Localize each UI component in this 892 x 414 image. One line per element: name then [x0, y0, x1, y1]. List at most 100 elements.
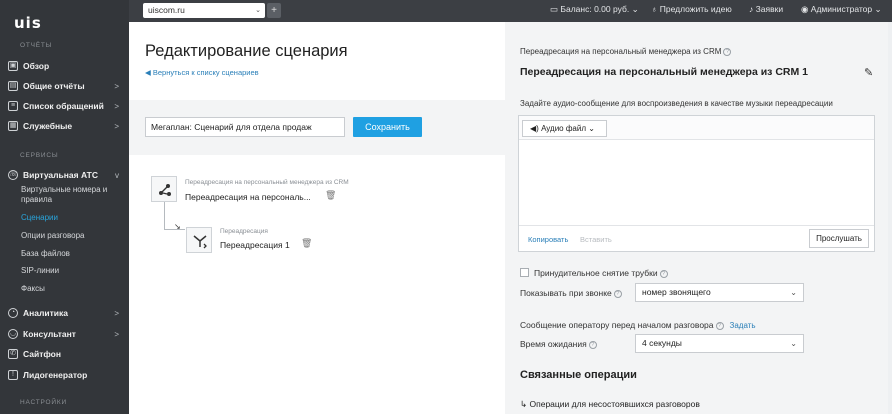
node-crm-forward-icon[interactable] [151, 176, 177, 202]
admin-text: Администратор [810, 4, 873, 14]
show-on-call-value: номер звонящего [642, 287, 711, 297]
wait-time-label: Время ожидания? [520, 339, 597, 349]
sidebar-item-label: Служебные [23, 121, 73, 131]
site-select[interactable]: uiscom.ru ⌄ [143, 3, 265, 18]
copy-link[interactable]: Копировать [528, 235, 568, 244]
chevron-down-icon: ⌄ [874, 4, 882, 14]
chevron-right-icon: > [114, 329, 119, 339]
operation-type-label: Переадресация на персональный менеджера … [520, 47, 732, 56]
page-title: Редактирование сценария [145, 42, 348, 60]
sidebar-item-requests[interactable]: ≡ Список обращений > [8, 98, 121, 114]
sidebar-item-consultant[interactable]: ◡ Консультант > [8, 326, 121, 342]
sidebar-subitem-faxes[interactable]: Факсы [21, 284, 123, 294]
node-name[interactable]: Переадресация на персональ... [185, 192, 311, 202]
chevron-down-icon: ⌄ [790, 339, 797, 348]
chevron-down-icon: v [115, 170, 119, 180]
sidebar-item-sitephone[interactable]: ✆ Сайтфон [8, 346, 121, 362]
help-icon[interactable]: ? [588, 340, 597, 349]
sidebar-item-service[interactable]: ▦ Служебные > [8, 118, 121, 134]
back-link[interactable]: ◀ Вернуться к списку сценариев [145, 68, 259, 77]
sidebar-item-reports[interactable]: ▤ Общие отчёты > [8, 78, 121, 94]
list-icon: ≡ [8, 101, 18, 111]
chevron-down-icon: ⌄ [255, 7, 261, 14]
topbar: uiscom.ru ⌄ + ▭ Баланс: 0.00 руб. ⌄ ♁ Пр… [129, 0, 892, 22]
balance-text: Баланс: 0.00 руб. [560, 4, 630, 14]
audio-label: Задайте аудио-сообщение для воспроизведе… [520, 99, 833, 108]
audio-toolbar: ◀) Аудио файл ⌄ [519, 116, 874, 140]
node-type-label: Переадресация на персональный менеджера … [185, 179, 349, 186]
operation-heading: Переадресация на персональный менеджера … [520, 66, 808, 78]
sidebar-subitem-sip-lines[interactable]: SIP-линии [21, 266, 123, 276]
chevron-right-icon: > [114, 81, 119, 91]
branch-icon: ↳ [520, 399, 528, 409]
sidebar-subitem-scenarios[interactable]: Сценарии [21, 213, 123, 223]
sidebar-subitem-file-base[interactable]: База файлов [21, 249, 123, 259]
user-icon: ◉ [801, 4, 809, 14]
sidebar-item-virtual-pbx[interactable]: ☏ Виртуальная АТС v [8, 167, 121, 183]
phone-icon: ☏ [8, 170, 18, 180]
operator-message-text: Сообщение оператору перед началом разгов… [520, 320, 714, 330]
sidebar-subitem-numbers[interactable]: Виртуальные номера и правила [21, 185, 123, 205]
sidebar-item-label: Консультант [23, 329, 76, 339]
help-icon[interactable]: ? [723, 47, 732, 56]
overview-icon: ▣ [8, 61, 18, 71]
show-on-call-select[interactable]: номер звонящего ⌄ [635, 283, 804, 302]
speaker-icon: ◀) [530, 124, 539, 133]
consultant-icon: ◡ [8, 329, 18, 339]
related-operations-title: Связанные операции [520, 369, 637, 381]
bell-icon: ♪ [749, 4, 754, 14]
sidebar-subitem-call-options[interactable]: Опции разговора [21, 231, 123, 241]
analytics-icon: ◔ [8, 308, 18, 318]
paste-link: Вставить [580, 235, 612, 244]
sidebar-item-label: Лидогенератор [23, 370, 88, 380]
wait-time-text: Время ожидания [520, 339, 587, 349]
pencil-icon[interactable]: ✎ [864, 66, 873, 79]
trash-icon[interactable]: 🗑 [325, 190, 336, 201]
branch-icon: ↘ [174, 222, 181, 231]
tickets-link[interactable]: ♪ Заявки [749, 4, 783, 14]
chevron-down-icon: ⌄ [790, 288, 797, 297]
leadgen-icon: ! [8, 370, 18, 380]
help-icon[interactable]: ? [715, 321, 724, 330]
forced-pickup-text: Принудительное снятие трубки [534, 268, 658, 278]
scenario-name-input[interactable]: Мегаплан: Сценарий для отдела продаж [145, 117, 345, 137]
add-site-button[interactable]: + [267, 3, 281, 18]
sidebar-item-label: Аналитика [23, 308, 68, 318]
calendar-icon: ▦ [8, 121, 18, 131]
wallet-icon: ▭ [550, 4, 559, 14]
show-on-call-label: Показывать при звонке? [520, 288, 622, 298]
reports-icon: ▤ [8, 81, 18, 91]
chevron-right-icon: > [114, 121, 119, 131]
help-icon[interactable]: ? [613, 289, 622, 298]
admin-menu[interactable]: ◉ Администратор ⌄ [801, 4, 882, 15]
forced-pickup-checkbox[interactable] [520, 268, 529, 277]
node-name[interactable]: Переадресация 1 [220, 240, 290, 250]
wait-time-select[interactable]: 4 секунды ⌄ [635, 334, 804, 353]
node-forward-icon[interactable] [186, 227, 212, 253]
help-icon[interactable]: ? [659, 269, 668, 278]
set-message-link[interactable]: Задать [730, 321, 756, 330]
audio-file-dropdown[interactable]: ◀) Аудио файл ⌄ [522, 120, 607, 137]
listen-button[interactable]: Прослушать [809, 229, 869, 248]
scenario-editor: Редактирование сценария ◀ Вернуться к сп… [129, 22, 505, 414]
sidebar-item-leadgen[interactable]: ! Лидогенератор [8, 367, 121, 383]
node-type-label: Переадресация [220, 228, 268, 235]
audio-file-label: Аудио файл [541, 124, 587, 133]
balance-link[interactable]: ▭ Баланс: 0.00 руб. ⌄ [550, 4, 639, 15]
unanswered-operations-link[interactable]: ↳ Операции для несостоявшихся разговоров [520, 399, 700, 410]
back-link-text: Вернуться к списку сценариев [152, 68, 259, 77]
sidebar: uis ОТЧЁТЫ ▣ Обзор ▤ Общие отчёты > ≡ Сп… [0, 0, 129, 414]
sidebar-item-label: Виртуальная АТС [23, 170, 99, 180]
sidebar-item-overview[interactable]: ▣ Обзор [8, 58, 121, 74]
tree-connector [164, 202, 165, 229]
sidebar-item-analytics[interactable]: ◔ Аналитика > [8, 305, 121, 321]
section-title-services: СЕРВИСЫ [20, 152, 59, 159]
tickets-text: Заявки [755, 4, 784, 14]
idea-link[interactable]: ♁ Предложить идею [651, 4, 732, 14]
trash-icon[interactable]: 🗑 [301, 238, 312, 249]
sidebar-item-label: Обзор [23, 61, 50, 71]
audio-box: ◀) Аудио файл ⌄ Копировать Вставить Прос… [518, 115, 875, 252]
idea-text: Предложить идею [659, 4, 732, 14]
save-button[interactable]: Сохранить [353, 117, 422, 137]
section-title-settings: НАСТРОЙКИ [20, 399, 67, 406]
